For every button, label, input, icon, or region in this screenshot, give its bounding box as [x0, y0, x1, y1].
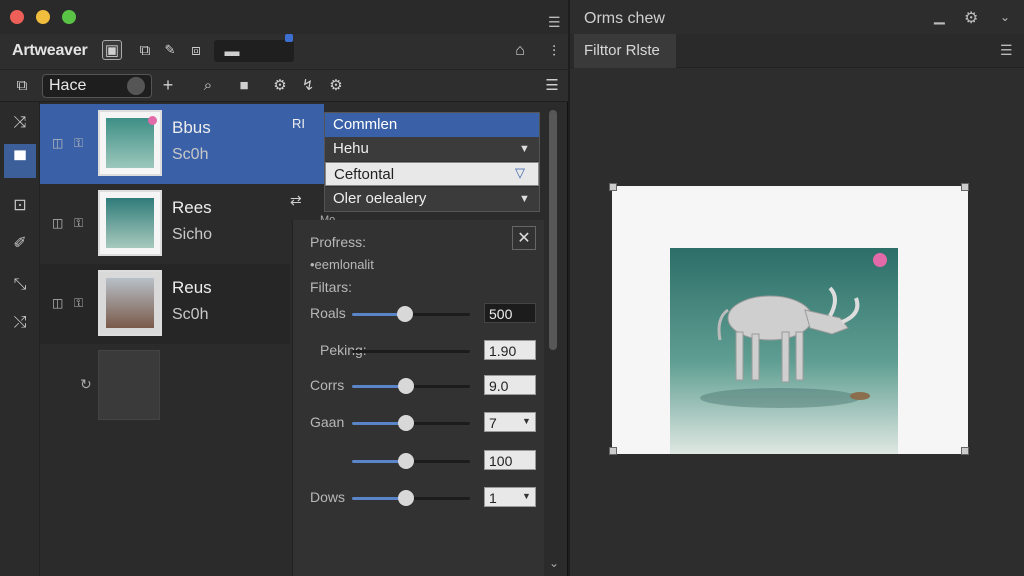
layer-row[interactable]: ◫ ⚿ Reus Sc0h [40, 264, 290, 344]
blend-mode-dropdown: Commlen Hehu ▼ Ceftontal ▽ Oler oelealer… [324, 112, 540, 212]
panel-menu-icon[interactable]: ☰ [542, 75, 562, 95]
app-title: Artweaver [12, 42, 88, 59]
property-slider[interactable] [352, 490, 470, 506]
settings-icon[interactable]: ⚙ [326, 75, 346, 95]
chevron-down-icon[interactable]: ▼ [519, 193, 530, 205]
home-icon[interactable]: ⌂ [510, 41, 530, 61]
mask-icon[interactable]: ■ [234, 75, 254, 95]
layer-name: Rees [172, 198, 212, 217]
resize-handle[interactable] [609, 447, 617, 455]
layer-tool-icon[interactable]: ▀ [4, 144, 36, 178]
lock-icon[interactable]: ⚿ [74, 136, 83, 151]
dropdown-item[interactable]: Ceftontal [325, 162, 539, 186]
tool-strip: ⤨ ▀ ⊡ ✐ ⤡ ⤭ [0, 102, 40, 576]
close-panel-button[interactable]: ✕ [512, 226, 536, 250]
dropdown-item[interactable]: Oler oelealery [325, 187, 539, 211]
property-slider[interactable] [352, 453, 470, 469]
chevron-down-icon[interactable]: ▼ [522, 416, 531, 426]
title-bar: ☰ [0, 0, 568, 34]
resize-handle[interactable] [961, 447, 969, 455]
scroll-down-icon[interactable]: ⌄ [549, 556, 559, 570]
adjust-icon[interactable]: ↯ [298, 75, 318, 95]
add-layer-button[interactable]: + [158, 75, 178, 95]
rotate-tool-icon[interactable]: ⤨ [4, 106, 36, 140]
resize-handle[interactable] [961, 183, 969, 191]
layer-thumbnail [98, 190, 162, 256]
property-slider[interactable] [352, 350, 470, 353]
property-value-input[interactable]: 9.0 [484, 375, 536, 395]
layer-mode: Sicho [172, 226, 213, 243]
resize-handle[interactable] [609, 183, 617, 191]
link-layer-icon[interactable]: ↻ [80, 376, 92, 393]
visibility-icon[interactable]: ◫ [52, 296, 63, 310]
search-icon[interactable]: ⌕ [198, 75, 218, 95]
property-value-input[interactable]: 100 [484, 450, 536, 470]
accent-marker [285, 34, 293, 42]
layer-thumbnail [98, 270, 162, 336]
gear-icon[interactable]: ⚙ [964, 8, 978, 28]
lock-icon[interactable]: ⚿ [74, 216, 83, 231]
frame-tool-icon[interactable]: ⊡ [4, 188, 36, 222]
layer-mode: Sc0h [172, 146, 209, 163]
pin-icon[interactable]: ⫶ [544, 41, 564, 61]
filter-icon[interactable]: ▽ [515, 165, 525, 181]
path-tool-icon[interactable]: ⤭ [4, 306, 36, 340]
property-slider[interactable] [352, 378, 470, 394]
properties-panel [292, 220, 544, 576]
window-menu-icon[interactable]: ☰ [548, 14, 561, 31]
preview-title: Orms chew [584, 10, 665, 27]
property-label: Dows [310, 489, 346, 505]
dropdown-item[interactable]: Hehu [325, 137, 539, 161]
layer-thumbnail [98, 110, 162, 176]
scroll-thumb[interactable] [549, 110, 557, 350]
chevron-down-icon[interactable]: ⌄ [1000, 10, 1010, 24]
folder-icon[interactable]: ▬ [222, 41, 242, 61]
layer-select-icon[interactable]: ▣ [102, 40, 122, 60]
main-toolbar: Artweaver ▣ ⧉ ✎ ⧈ ▬ ⌂ ⫶ [0, 34, 568, 70]
property-slider[interactable] [352, 415, 470, 431]
badge-dot [148, 116, 157, 125]
property-label: Roals [310, 305, 346, 321]
panel-menu-icon[interactable]: ☰ [1000, 42, 1013, 59]
link-icon[interactable]: ⇄ [290, 192, 302, 209]
crop-icon[interactable]: ⧉ [135, 40, 155, 60]
minimize-icon[interactable]: ▁ [934, 8, 945, 25]
gear-icon[interactable]: ⚙ [270, 75, 290, 95]
new-layer-icon[interactable]: ⧉ [12, 75, 32, 95]
tab-filter[interactable]: Filttor Rlste [574, 34, 676, 68]
visibility-icon[interactable]: ◫ [52, 136, 63, 150]
brush-icon[interactable]: ✎ [160, 40, 180, 60]
layer-badge: RI [292, 116, 305, 131]
layer-name-toggle[interactable] [127, 77, 145, 95]
dropdown-item[interactable]: Commlen [325, 113, 539, 137]
property-label: Gaan [310, 414, 345, 430]
visibility-icon[interactable]: ◫ [52, 216, 63, 230]
transform-icon[interactable]: ⧈ [186, 40, 206, 60]
section-subheading: •eemlonalit [310, 257, 374, 272]
section-heading: Filtars: [310, 279, 352, 295]
layer-name: Reus [172, 278, 212, 297]
resize-tool-icon[interactable]: ⤡ [4, 268, 36, 302]
close-window-button[interactable] [10, 10, 24, 24]
property-label: Corrs [310, 377, 345, 393]
layer-row[interactable]: ◫ ⚿ Bbus Sc0h RI [40, 104, 324, 184]
minimize-window-button[interactable] [36, 10, 50, 24]
chevron-down-icon[interactable]: ▼ [519, 143, 530, 155]
layer-row[interactable]: ◫ ⚿ Rees Sicho ⇄ [40, 184, 302, 264]
maximize-window-button[interactable] [62, 10, 76, 24]
property-slider[interactable] [352, 306, 470, 322]
slider-handle[interactable] [397, 306, 414, 322]
layer-name: Bbus [172, 118, 211, 137]
property-value-input[interactable]: 500 [484, 303, 536, 323]
pencil-tool-icon[interactable]: ✐ [4, 226, 36, 260]
layer-mode: Sc0h [172, 306, 209, 323]
chevron-down-icon[interactable]: ▼ [522, 491, 531, 501]
lock-icon[interactable]: ⚿ [74, 296, 83, 311]
property-value-input[interactable]: 1.90 [484, 340, 536, 360]
preview-image [670, 248, 898, 454]
section-heading: Profress: [310, 234, 367, 250]
empty-layer-thumbnail[interactable] [98, 350, 160, 420]
